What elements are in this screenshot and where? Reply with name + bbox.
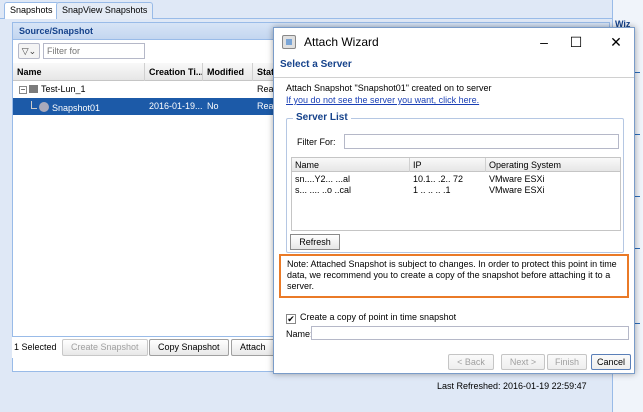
row-name: Test-Lun_1 bbox=[41, 84, 86, 94]
copy-snapshot-checkbox[interactable]: ✔ bbox=[286, 314, 296, 324]
maximize-icon[interactable]: ☐ bbox=[561, 32, 591, 52]
copy-snapshot-button[interactable]: Copy Snapshot bbox=[149, 339, 229, 356]
copy-snapshot-option: ✔ Create a copy of point in time snapshot bbox=[286, 312, 456, 324]
last-refreshed-status: Last Refreshed: 2016-01-19 22:59:47 bbox=[437, 381, 587, 391]
server-help-link[interactable]: If you do not see the server you want, c… bbox=[286, 95, 479, 105]
server-list-legend: Server List bbox=[293, 112, 351, 123]
refresh-button[interactable]: Refresh bbox=[290, 234, 340, 250]
tab-bar: Snapshots SnapView Snapshots bbox=[0, 0, 612, 20]
dialog-title: Attach Wizard bbox=[304, 35, 379, 49]
filter-icon[interactable]: ▽⌄ bbox=[18, 43, 40, 59]
column-modified[interactable]: Modified bbox=[203, 63, 253, 81]
filter-for-label: Filter For: bbox=[297, 137, 336, 147]
server-name: sn....Y2... ...al bbox=[295, 174, 351, 184]
back-button[interactable]: < Back bbox=[448, 354, 494, 370]
column-name[interactable]: Name bbox=[13, 63, 145, 81]
minimize-icon[interactable]: – bbox=[529, 32, 559, 52]
table-row[interactable]: s... .... ..o ..cal 1 .. .. .. .1 VMware… bbox=[292, 185, 620, 196]
dialog-titlebar[interactable]: Attach Wizard – ☐ ✕ bbox=[274, 28, 634, 56]
server-ip: 10.1.. .2.. 72 bbox=[413, 174, 464, 184]
tab-snapview-snapshots[interactable]: SnapView Snapshots bbox=[56, 2, 154, 19]
tab-snapshots[interactable]: Snapshots bbox=[4, 2, 59, 20]
name-label: Name: bbox=[286, 329, 313, 339]
next-button[interactable]: Next > bbox=[501, 354, 545, 370]
snapshot-name-input[interactable] bbox=[311, 326, 629, 340]
server-grid: Name IP Operating System sn....Y2... ...… bbox=[291, 157, 621, 231]
row-name: Snapshot01 bbox=[52, 103, 101, 113]
column-ip[interactable]: IP bbox=[410, 158, 486, 172]
column-creation-time[interactable]: Creation Ti... bbox=[145, 63, 203, 81]
finish-button[interactable]: Finish bbox=[547, 354, 587, 370]
server-filter-input[interactable] bbox=[344, 134, 619, 149]
attach-info-text: Attach Snapshot "Snapshot01" created on … bbox=[286, 83, 492, 93]
server-grid-header: Name IP Operating System bbox=[292, 158, 620, 172]
wizard-step-title: Select a Server bbox=[274, 56, 634, 78]
column-os[interactable]: Operating System bbox=[486, 158, 620, 172]
server-os: VMware ESXi bbox=[489, 185, 545, 195]
attach-wizard-dialog: Attach Wizard – ☐ ✕ Select a Server Atta… bbox=[273, 27, 635, 374]
lun-icon bbox=[29, 85, 38, 93]
server-os: VMware ESXi bbox=[489, 174, 545, 184]
close-icon[interactable]: ✕ bbox=[601, 32, 631, 52]
collapse-icon[interactable]: − bbox=[19, 86, 27, 94]
app-icon bbox=[282, 35, 296, 49]
filter-input[interactable] bbox=[43, 43, 145, 59]
server-list-group: Server List Filter For: Name IP Operatin… bbox=[286, 112, 624, 253]
create-snapshot-button[interactable]: Create Snapshot bbox=[62, 339, 148, 356]
tree-connector-icon bbox=[31, 101, 37, 109]
selected-count: 1 Selected bbox=[14, 342, 57, 352]
row-creation: 2016-01-19... bbox=[149, 101, 203, 111]
table-row[interactable]: sn....Y2... ...al 10.1.. .2.. 72 VMware … bbox=[292, 174, 620, 185]
server-name: s... .... ..o ..cal bbox=[295, 185, 352, 195]
column-server-name[interactable]: Name bbox=[292, 158, 410, 172]
attach-button[interactable]: Attach bbox=[231, 339, 275, 356]
wizard-footer: < Back Next > Finish Cancel bbox=[274, 350, 634, 373]
snapshot-icon bbox=[39, 102, 49, 112]
snapshot-note: Note: Attached Snapshot is subject to ch… bbox=[279, 254, 629, 298]
copy-snapshot-label: Create a copy of point in time snapshot bbox=[300, 312, 457, 322]
cancel-button[interactable]: Cancel bbox=[591, 354, 631, 370]
server-ip: 1 .. .. .. .1 bbox=[413, 185, 451, 195]
row-modified: No bbox=[207, 101, 219, 111]
